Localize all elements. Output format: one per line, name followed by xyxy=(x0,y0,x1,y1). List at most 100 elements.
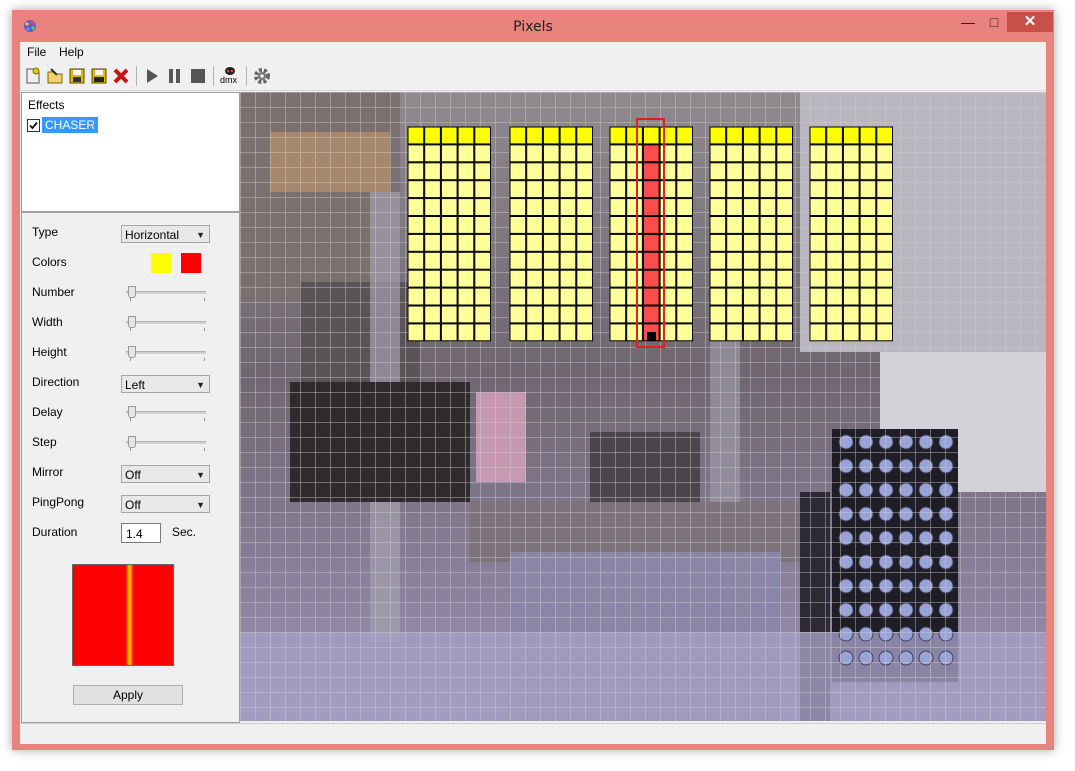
pixel-cell[interactable] xyxy=(742,144,760,163)
pixel-cell[interactable] xyxy=(559,216,577,234)
pixel-cell[interactable] xyxy=(509,305,527,324)
pixel-cell[interactable] xyxy=(509,144,527,163)
pixel-cell[interactable] xyxy=(659,323,677,342)
pixel-cell[interactable] xyxy=(709,180,727,199)
pixel-cell[interactable] xyxy=(876,126,893,145)
pixel-cell[interactable] xyxy=(726,162,743,181)
pixel-cell[interactable] xyxy=(474,251,492,270)
fixture-group[interactable] xyxy=(709,126,793,342)
pixel-cell[interactable] xyxy=(642,233,660,252)
pixel-cell[interactable] xyxy=(759,216,777,234)
color-swatch-yellow[interactable] xyxy=(151,253,171,273)
pixel-cell[interactable] xyxy=(576,251,593,270)
pixel-cell[interactable] xyxy=(642,305,660,324)
pixel-cell[interactable] xyxy=(659,233,677,252)
menu-file[interactable]: File xyxy=(27,45,46,59)
pixel-cell[interactable] xyxy=(809,251,827,270)
delete-icon[interactable] xyxy=(111,66,131,86)
pixel-cell[interactable] xyxy=(642,216,660,234)
effect-item-chaser[interactable]: CHASER xyxy=(42,117,99,133)
pixel-cell[interactable] xyxy=(776,287,793,306)
fixture-group[interactable] xyxy=(509,126,593,342)
stop-icon[interactable] xyxy=(188,66,208,86)
pixel-cell[interactable] xyxy=(526,216,543,234)
pixel-cell[interactable] xyxy=(826,162,843,181)
pixel-cell[interactable] xyxy=(709,162,727,181)
pixel-cell[interactable] xyxy=(759,251,777,270)
pixel-cell[interactable] xyxy=(440,305,458,324)
pixel-cell[interactable] xyxy=(809,287,827,306)
pixel-cell[interactable] xyxy=(676,269,693,288)
duration-input[interactable]: 1.4 xyxy=(121,523,161,543)
pixel-cell[interactable] xyxy=(576,305,593,324)
fixture-groups[interactable] xyxy=(407,126,893,342)
pixel-cell[interactable] xyxy=(742,305,760,324)
pixel-cell[interactable] xyxy=(559,323,577,342)
pixel-cell[interactable] xyxy=(742,216,760,234)
pixel-cell[interactable] xyxy=(709,269,727,288)
maximize-button[interactable]: □ xyxy=(981,12,1007,32)
pixel-cell[interactable] xyxy=(676,287,693,306)
pixel-cell[interactable] xyxy=(876,251,893,270)
pixel-cell[interactable] xyxy=(542,198,560,216)
pixel-cell[interactable] xyxy=(526,233,543,252)
pixel-cell[interactable] xyxy=(542,126,560,145)
pixel-cell[interactable] xyxy=(776,305,793,324)
pixel-cell[interactable] xyxy=(626,180,643,199)
pixel-cell[interactable] xyxy=(859,251,877,270)
pixel-cell[interactable] xyxy=(457,269,475,288)
pixel-cell[interactable] xyxy=(859,180,877,199)
pixel-cell[interactable] xyxy=(542,233,560,252)
pixel-cell[interactable] xyxy=(542,323,560,342)
pixel-cell[interactable] xyxy=(726,180,743,199)
pixel-cell[interactable] xyxy=(559,144,577,163)
pixel-cell[interactable] xyxy=(407,287,425,306)
pixel-cell[interactable] xyxy=(474,323,492,342)
menu-help[interactable]: Help xyxy=(59,45,84,59)
fixture-group[interactable] xyxy=(609,126,693,342)
pixel-cell[interactable] xyxy=(859,323,877,342)
pixel-cell[interactable] xyxy=(726,287,743,306)
pixel-cell[interactable] xyxy=(559,269,577,288)
pixel-cell[interactable] xyxy=(542,216,560,234)
pixel-cell[interactable] xyxy=(407,144,425,163)
pixel-cell[interactable] xyxy=(676,251,693,270)
pixel-cell[interactable] xyxy=(440,287,458,306)
pixel-cell[interactable] xyxy=(626,198,643,216)
pixel-cell[interactable] xyxy=(676,162,693,181)
pixel-cell[interactable] xyxy=(509,251,527,270)
pixel-cell[interactable] xyxy=(809,144,827,163)
pixel-cell[interactable] xyxy=(659,144,677,163)
pixel-cell[interactable] xyxy=(424,126,441,145)
pixel-cell[interactable] xyxy=(826,323,843,342)
pixel-cell[interactable] xyxy=(659,162,677,181)
pixel-cell[interactable] xyxy=(842,180,860,199)
pixel-cell[interactable] xyxy=(842,198,860,216)
pixel-cell[interactable] xyxy=(440,323,458,342)
pixel-cell[interactable] xyxy=(440,144,458,163)
dmx-button[interactable]: dmx xyxy=(219,66,241,86)
pixel-cell[interactable] xyxy=(859,162,877,181)
pixel-cell[interactable] xyxy=(826,305,843,324)
pixel-cell[interactable] xyxy=(842,233,860,252)
pixel-cell[interactable] xyxy=(826,233,843,252)
pixel-cell[interactable] xyxy=(424,323,441,342)
pixel-cell[interactable] xyxy=(759,162,777,181)
pixel-cell[interactable] xyxy=(726,251,743,270)
pixel-cell[interactable] xyxy=(876,287,893,306)
pixel-cell[interactable] xyxy=(542,144,560,163)
pixel-cell[interactable] xyxy=(626,269,643,288)
apply-button[interactable]: Apply xyxy=(73,685,183,705)
pixel-cell[interactable] xyxy=(609,251,627,270)
pixel-cell[interactable] xyxy=(859,126,877,145)
pixel-cell[interactable] xyxy=(642,144,660,163)
pixel-cell[interactable] xyxy=(776,126,793,145)
pixel-cell[interactable] xyxy=(440,198,458,216)
pixel-cell[interactable] xyxy=(526,269,543,288)
pixel-cell[interactable] xyxy=(609,144,627,163)
pixel-cell[interactable] xyxy=(642,198,660,216)
pixel-cell[interactable] xyxy=(457,198,475,216)
pixel-cell[interactable] xyxy=(776,323,793,342)
width-slider[interactable] xyxy=(126,315,206,331)
pixel-cell[interactable] xyxy=(842,305,860,324)
